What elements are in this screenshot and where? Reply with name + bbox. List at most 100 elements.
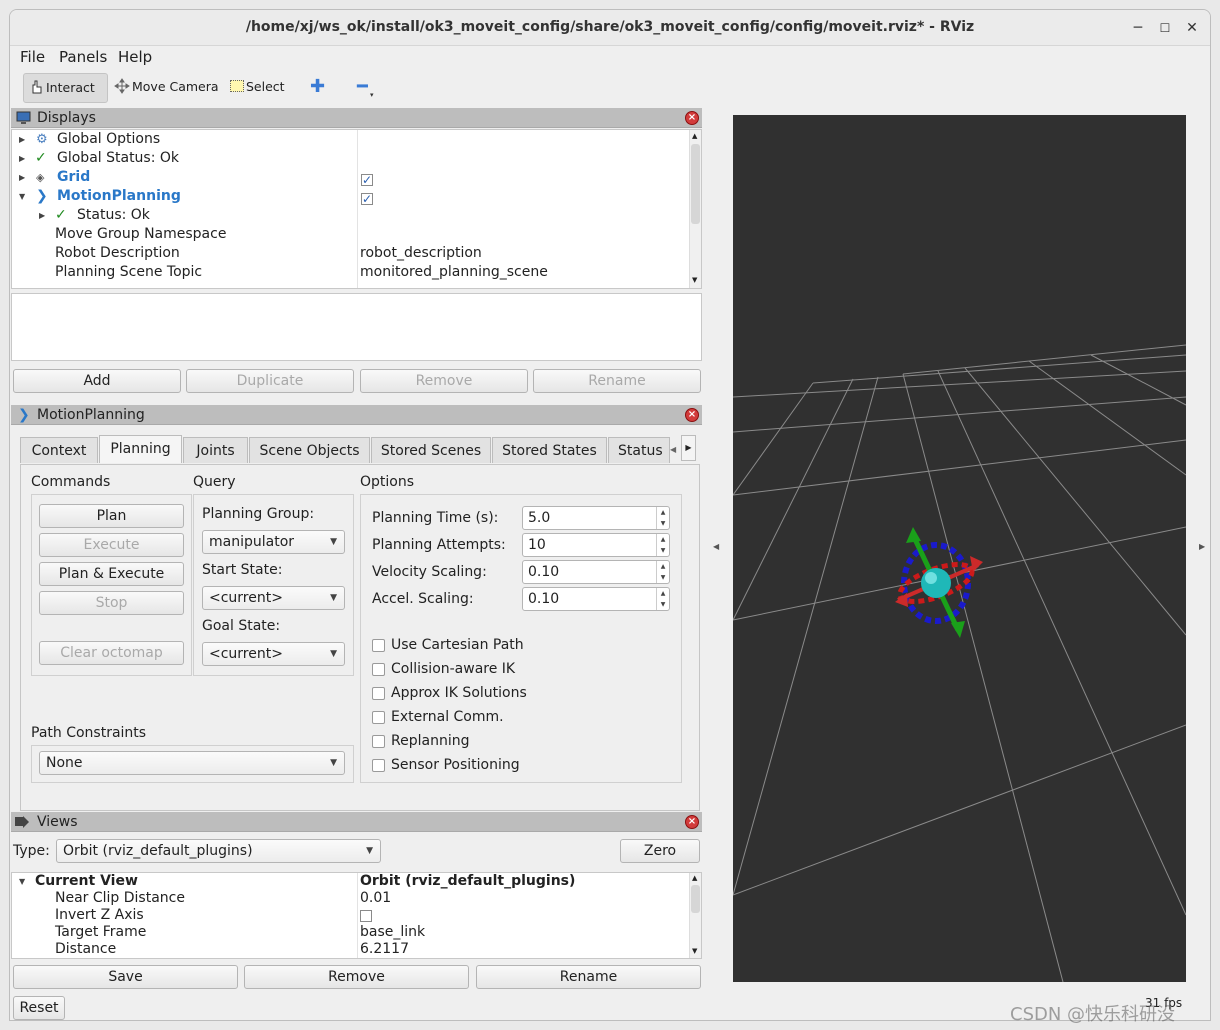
path-constraints-select[interactable]: None ▼ xyxy=(39,751,345,775)
tab-stored-scenes[interactable]: Stored Scenes xyxy=(371,437,491,463)
collapse-arrow-icon[interactable]: ▼ xyxy=(19,873,25,890)
display-row-move-group-namespace[interactable]: Move Group Namespace xyxy=(12,225,688,244)
tab-joints[interactable]: Joints xyxy=(183,437,248,463)
displays-scrollbar[interactable]: ▲ ▼ xyxy=(689,130,701,288)
add-display-button[interactable]: Add xyxy=(13,369,181,393)
spin-arrows-icon[interactable]: ▲ ▼ xyxy=(656,534,669,556)
view-row-invert-z[interactable]: Invert Z Axis xyxy=(12,907,688,924)
invert-z-checkbox[interactable] xyxy=(360,908,372,925)
view-type-select[interactable]: Orbit (rviz_default_plugins) ▼ xyxy=(56,839,381,863)
gear-icon: ⚙ xyxy=(36,132,48,147)
planning-group-select[interactable]: manipulator ▼ xyxy=(202,530,345,554)
spin-arrows-icon[interactable]: ▲ ▼ xyxy=(656,561,669,583)
maximize-icon[interactable]: ☐ xyxy=(1154,17,1176,39)
display-label: Global Status: Ok xyxy=(57,150,180,166)
scroll-down-icon[interactable]: ▼ xyxy=(692,947,697,955)
display-row-planning-scene-topic[interactable]: Planning Scene Topic monitored_planning_… xyxy=(12,263,688,282)
view-property-value[interactable]: 0.01 xyxy=(360,890,391,907)
plan-button[interactable]: Plan xyxy=(39,504,184,528)
stop-button[interactable]: Stop xyxy=(39,591,184,615)
velocity-scaling-spinbox[interactable]: 0.10 ▲ ▼ xyxy=(522,560,670,584)
remove-display-button[interactable]: Remove xyxy=(360,369,528,393)
minimize-icon[interactable]: ─ xyxy=(1127,17,1149,39)
execute-button[interactable]: Execute xyxy=(39,533,184,557)
tab-scene-objects[interactable]: Scene Objects xyxy=(249,437,370,463)
view-property-value[interactable]: 6.2117 xyxy=(360,941,409,958)
display-label: Status: Ok xyxy=(77,207,150,223)
save-view-button[interactable]: Save xyxy=(13,965,238,989)
replanning-checkbox[interactable] xyxy=(372,735,385,748)
menu-panels[interactable]: Panels xyxy=(59,48,107,66)
expand-arrow-icon[interactable]: ▶ xyxy=(19,168,25,187)
view-row-target-frame[interactable]: Target Frame base_link xyxy=(12,924,688,941)
tab-scroll-left-icon[interactable]: ◀ xyxy=(670,437,680,463)
planning-time-spinbox[interactable]: 5.0 ▲ ▼ xyxy=(522,506,670,530)
display-value[interactable]: monitored_planning_scene xyxy=(360,263,548,282)
display-row-global-options[interactable]: ▶ ⚙ Global Options xyxy=(12,130,688,149)
close-icon[interactable]: ✕ xyxy=(1181,17,1203,39)
rename-view-button[interactable]: Rename xyxy=(476,965,701,989)
view-row-near-clip[interactable]: Near Clip Distance 0.01 xyxy=(12,890,688,907)
tab-planning[interactable]: Planning xyxy=(99,435,182,463)
view-property-value[interactable]: base_link xyxy=(360,924,425,941)
display-row-global-status[interactable]: ▶ ✓ Global Status: Ok xyxy=(12,149,688,168)
views-scrollbar[interactable]: ▲ ▼ xyxy=(689,873,701,958)
duplicate-display-button[interactable]: Duplicate xyxy=(186,369,354,393)
expand-arrow-icon[interactable]: ▶ xyxy=(19,149,25,168)
remove-view-button[interactable]: Remove xyxy=(244,965,469,989)
splitter-right-arrow-icon[interactable]: ▶ xyxy=(1199,542,1205,551)
select-tool-button[interactable]: Select xyxy=(226,73,296,103)
clear-octomap-button[interactable]: Clear octomap xyxy=(39,641,184,665)
scrollbar-thumb[interactable] xyxy=(691,885,700,913)
external-comm-label: External Comm. xyxy=(391,709,504,725)
splitter-left-arrow-icon[interactable]: ◀ xyxy=(713,542,719,551)
external-comm-checkbox[interactable] xyxy=(372,711,385,724)
spin-arrows-icon[interactable]: ▲ ▼ xyxy=(656,588,669,610)
planning-attempts-spinbox[interactable]: 10 ▲ ▼ xyxy=(522,533,670,557)
expand-arrow-icon[interactable]: ▶ xyxy=(19,130,25,149)
display-row-grid[interactable]: ▶ ◈ Grid xyxy=(12,168,688,190)
motionplanning-close-icon[interactable]: × xyxy=(685,408,699,422)
rename-display-button[interactable]: Rename xyxy=(533,369,701,393)
scrollbar-thumb[interactable] xyxy=(691,144,700,224)
add-tool-icon[interactable]: ✚ xyxy=(306,73,328,103)
move-camera-label: Move Camera xyxy=(132,79,219,94)
views-close-icon[interactable]: × xyxy=(685,815,699,829)
tab-scroll-right-icon[interactable]: ▶ xyxy=(681,435,696,461)
sensor-positioning-checkbox[interactable] xyxy=(372,759,385,772)
goal-state-select[interactable]: <current> ▼ xyxy=(202,642,345,666)
tab-context[interactable]: Context xyxy=(20,437,98,463)
motionplanning-title: MotionPlanning xyxy=(37,407,145,423)
views-title: Views xyxy=(37,814,78,830)
display-row-robot-description[interactable]: Robot Description robot_description xyxy=(12,244,688,263)
display-row-motionplanning[interactable]: ▼ ❯ MotionPlanning xyxy=(12,187,688,209)
collision-aware-ik-checkbox[interactable] xyxy=(372,663,385,676)
scroll-up-icon[interactable]: ▲ xyxy=(692,132,697,140)
start-state-select[interactable]: <current> ▼ xyxy=(202,586,345,610)
scroll-down-icon[interactable]: ▼ xyxy=(692,276,697,284)
interact-tool-button[interactable]: Interact xyxy=(23,73,108,103)
use-cartesian-path-checkbox[interactable] xyxy=(372,639,385,652)
display-row-status[interactable]: ▶ ✓ Status: Ok xyxy=(12,206,688,225)
menu-file[interactable]: File xyxy=(20,48,45,66)
move-camera-tool-button[interactable]: Move Camera xyxy=(110,73,220,103)
view-row-distance[interactable]: Distance 6.2117 xyxy=(12,941,688,958)
accel-scaling-spinbox[interactable]: 0.10 ▲ ▼ xyxy=(522,587,670,611)
tab-stored-states[interactable]: Stored States xyxy=(492,437,607,463)
menu-help[interactable]: Help xyxy=(118,48,152,66)
plan-and-execute-button[interactable]: Plan & Execute xyxy=(39,562,184,586)
tab-status[interactable]: Status xyxy=(608,437,670,463)
spin-arrows-icon[interactable]: ▲ ▼ xyxy=(656,507,669,529)
expand-arrow-icon[interactable]: ▶ xyxy=(39,206,45,225)
zero-button[interactable]: Zero xyxy=(620,839,700,863)
displays-close-icon[interactable]: × xyxy=(685,111,699,125)
3d-viewport[interactable] xyxy=(732,115,1187,983)
remove-tool-icon[interactable]: ━ ▾ xyxy=(353,73,381,103)
collapse-arrow-icon[interactable]: ▼ xyxy=(19,187,25,206)
current-view-row[interactable]: ▼ Current View Orbit (rviz_default_plugi… xyxy=(12,873,688,890)
approx-ik-checkbox[interactable] xyxy=(372,687,385,700)
scroll-up-icon[interactable]: ▲ xyxy=(692,874,697,882)
display-label: Global Options xyxy=(57,131,161,147)
display-value[interactable]: robot_description xyxy=(360,244,482,263)
reset-button[interactable]: Reset xyxy=(13,996,65,1020)
